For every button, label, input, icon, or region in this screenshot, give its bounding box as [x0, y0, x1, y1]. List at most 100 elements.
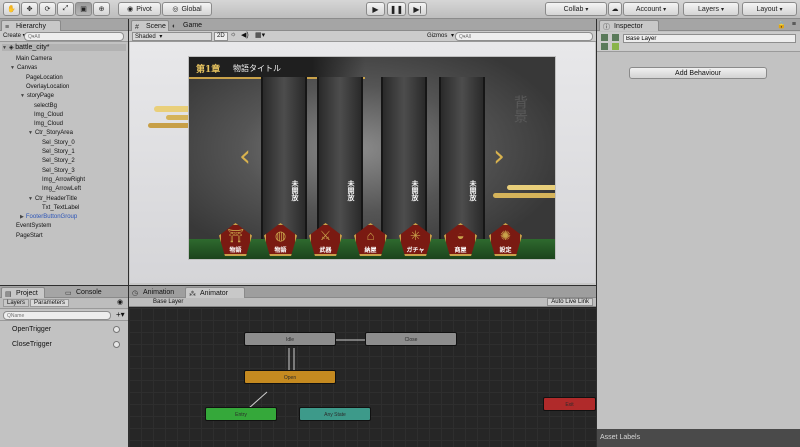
parameter-row[interactable]: OpenTrigger	[0, 324, 128, 336]
story-column[interactable]: 未開放	[317, 77, 363, 239]
state-any[interactable]: Any State	[299, 407, 371, 421]
parameter-search-input[interactable]	[3, 311, 111, 320]
create-dropdown[interactable]: Create ▾	[3, 32, 26, 39]
asset-labels-bar[interactable]: Asset Labels	[597, 429, 800, 447]
hierarchy-item[interactable]: Main Camera	[16, 56, 52, 62]
state-entry[interactable]: Entry	[205, 407, 277, 421]
tab-console[interactable]: ▭ Console	[62, 287, 108, 298]
state-close[interactable]: Close	[365, 332, 457, 346]
footer-button-label: 納屋	[364, 247, 377, 254]
hierarchy-item[interactable]: Txt_TextLabel	[42, 205, 79, 211]
expand-triangle-icon[interactable]: ▼	[2, 45, 7, 51]
hierarchy-item[interactable]: ▼ Ctr_StoryArea	[28, 130, 73, 136]
hierarchy-item[interactable]: Sel_Story_3	[42, 168, 75, 174]
game-canvas[interactable]: 背景 第1章 物語タイトル 未開放 未開放 未開放 未開放 ‹ › ⛩ 物語 ◍ 物語 ⚔ 武器…	[188, 56, 556, 260]
scene-root-row[interactable]: ▼ ◈ battle_city*	[2, 44, 126, 51]
trigger-radio[interactable]	[113, 326, 120, 333]
tab-scene[interactable]: # Scene	[131, 20, 169, 31]
lighting-icon[interactable]: ☼	[230, 31, 236, 38]
hierarchy-item[interactable]: ▶ FooterButtonGroup	[20, 214, 77, 220]
story-column[interactable]: 未開放	[261, 77, 307, 239]
rotate-icon[interactable]: ⟳	[39, 2, 56, 16]
object-name-field[interactable]	[623, 34, 796, 43]
step-icon[interactable]: ▶|	[408, 2, 427, 16]
footer-button[interactable]: ⛩ 物語	[219, 223, 252, 256]
add-behaviour-button[interactable]: Add Behaviour	[629, 67, 767, 79]
tab-inspector[interactable]: ⓘ Inspector	[599, 20, 659, 31]
transform-icon[interactable]: ⊕	[93, 2, 110, 16]
shading-mode-dropdown[interactable]: Shaded	[132, 32, 212, 41]
cloud-icon[interactable]: ☁	[608, 2, 622, 16]
hierarchy-item[interactable]: Sel_Story_2	[42, 158, 75, 164]
move-icon[interactable]: ✥	[21, 2, 38, 16]
expand-triangle-icon[interactable]: ▶	[20, 214, 24, 220]
gizmos-dropdown[interactable]: Gizmos	[427, 32, 454, 39]
collab-dropdown[interactable]: Collab	[545, 2, 607, 16]
arrow-right-icon[interactable]: ›	[493, 142, 505, 172]
hierarchy-item[interactable]: Img_Cloud	[34, 112, 63, 118]
expand-triangle-icon[interactable]: ▼	[28, 130, 33, 136]
layout-dropdown[interactable]: Layout	[742, 2, 797, 16]
story-column[interactable]: 未開放	[439, 77, 485, 239]
breadcrumb-base-layer[interactable]: Base Layer	[153, 299, 183, 305]
footer-button[interactable]: ✳ ガチャ	[399, 223, 432, 256]
hand-icon[interactable]: ✋	[3, 2, 20, 16]
hierarchy-item[interactable]: Img_ArrowLeft	[42, 186, 81, 192]
pivot-toggle[interactable]: ◉ Pivot	[118, 2, 161, 16]
mode-2d-toggle[interactable]: 2D	[214, 32, 228, 41]
layers-dropdown[interactable]: Layers	[683, 2, 739, 16]
trigger-radio[interactable]	[113, 341, 120, 348]
footer-button[interactable]: ◍ 物語	[264, 223, 297, 256]
hierarchy-item[interactable]: Img_Cloud	[34, 121, 63, 127]
add-parameter-icon[interactable]: +▾	[116, 310, 125, 319]
footer-button[interactable]: ✺ 設定	[489, 223, 522, 256]
tab-project[interactable]: ▤ Project	[1, 287, 45, 298]
hierarchy-item[interactable]: ▼ Canvas	[10, 65, 37, 71]
lock-icon[interactable]: 🔒	[777, 21, 786, 29]
hierarchy-item[interactable]: ▼ Ctr_HeaderTitle	[28, 196, 77, 202]
rect-icon[interactable]: ▣	[75, 2, 92, 16]
arrow-left-icon[interactable]: ‹	[239, 142, 251, 172]
parameter-row[interactable]: CloseTrigger	[0, 339, 128, 351]
effects-icon[interactable]: ▦▾	[255, 31, 265, 39]
pause-icon[interactable]: ❚❚	[387, 2, 406, 16]
state-idle[interactable]: Idle	[244, 332, 336, 346]
state-open[interactable]: Open	[244, 370, 336, 384]
story-column[interactable]: 未開放	[381, 77, 427, 239]
hierarchy-item[interactable]: Sel_Story_0	[42, 140, 75, 146]
expand-triangle-icon[interactable]: ▼	[10, 65, 15, 71]
tab-hierarchy[interactable]: ≡ Hierarchy	[1, 20, 61, 31]
account-dropdown[interactable]: Account	[623, 2, 679, 16]
hierarchy-item[interactable]: OverlayLocation	[26, 84, 69, 90]
hierarchy-item[interactable]: PageStart	[16, 233, 43, 239]
animator-graph[interactable]	[129, 308, 596, 447]
scale-icon[interactable]: ⤢	[57, 2, 74, 16]
eye-icon[interactable]: ◉	[117, 298, 123, 306]
tab-animation[interactable]: ◷ Animation	[129, 287, 183, 298]
hierarchy-item-label: Sel_Story_1	[42, 149, 75, 155]
expand-triangle-icon[interactable]: ▼	[28, 196, 33, 202]
play-icon[interactable]: ▶	[366, 2, 385, 16]
panel-menu-icon[interactable]: ≡	[792, 21, 796, 28]
auto-live-link-toggle[interactable]: Auto Live Link	[547, 298, 593, 306]
footer-button[interactable]: ⚔ 武器	[309, 223, 342, 256]
account-label: Account	[635, 5, 662, 13]
state-exit[interactable]: Exit	[543, 397, 596, 411]
footer-button[interactable]: ◒ 商屋	[444, 223, 477, 256]
footer-button[interactable]: ⌂ 納屋	[354, 223, 387, 256]
hierarchy-item[interactable]: Img_ArrowRight	[42, 177, 85, 183]
tab-game[interactable]: ◐ Game	[169, 20, 209, 31]
scene-search-input[interactable]	[455, 32, 593, 41]
hierarchy-item[interactable]: ▼ storyPage	[20, 93, 54, 99]
global-toggle[interactable]: ◎ Global	[162, 2, 212, 16]
hierarchy-item[interactable]: PageLocation	[26, 75, 63, 81]
subtab-layers[interactable]: Layers	[3, 299, 30, 307]
hierarchy-item[interactable]: EventSystem	[16, 223, 51, 229]
subtab-parameters[interactable]: Parameters	[30, 299, 70, 307]
hierarchy-search-input[interactable]	[24, 32, 124, 41]
tab-animator[interactable]: ⁂ Animator	[185, 287, 245, 298]
audio-icon[interactable]: ◀)	[241, 31, 249, 39]
hierarchy-item[interactable]: selectBg	[34, 103, 57, 109]
expand-triangle-icon[interactable]: ▼	[20, 93, 25, 99]
hierarchy-item[interactable]: Sel_Story_1	[42, 149, 75, 155]
